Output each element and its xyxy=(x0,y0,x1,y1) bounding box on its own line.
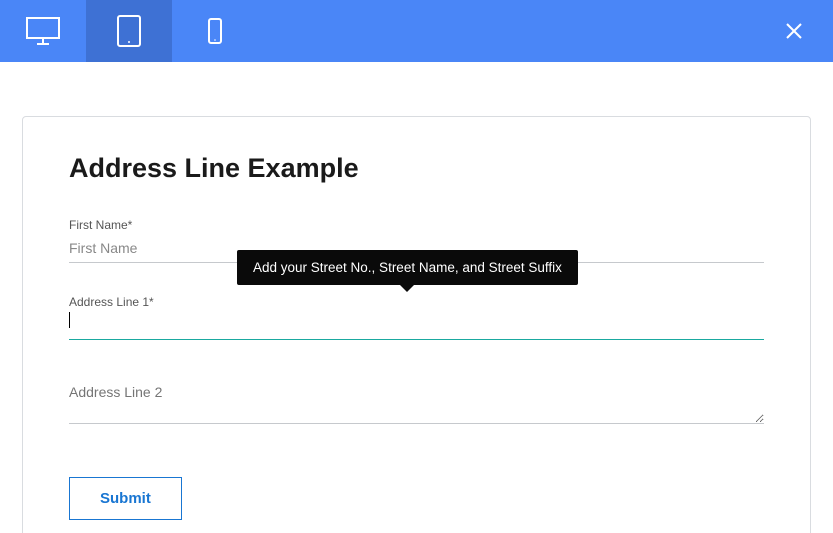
address-line-1-tooltip: Add your Street No., Street Name, and St… xyxy=(237,250,578,285)
text-cursor xyxy=(69,312,70,328)
desktop-view-button[interactable] xyxy=(0,0,86,62)
address-line-1-field: Add your Street No., Street Name, and St… xyxy=(69,295,764,340)
address-line-1-label: Address Line 1* xyxy=(69,295,764,309)
close-icon xyxy=(785,22,803,40)
close-button[interactable] xyxy=(785,0,803,62)
address-line-1-input[interactable] xyxy=(69,313,764,340)
preview-toolbar xyxy=(0,0,833,62)
address-line-2-input[interactable] xyxy=(69,380,764,424)
first-name-label: First Name* xyxy=(69,218,764,232)
address-line-2-field xyxy=(69,380,764,429)
mobile-icon xyxy=(207,17,223,45)
tablet-view-button[interactable] xyxy=(86,0,172,62)
form-card: Address Line Example First Name* Add you… xyxy=(22,116,811,533)
desktop-icon xyxy=(25,16,61,46)
preview-content[interactable]: Address Line Example First Name* Add you… xyxy=(0,62,833,533)
submit-button[interactable]: Submit xyxy=(69,477,182,520)
form-title: Address Line Example xyxy=(69,153,764,184)
tablet-icon xyxy=(116,14,142,48)
mobile-view-button[interactable] xyxy=(172,0,258,62)
